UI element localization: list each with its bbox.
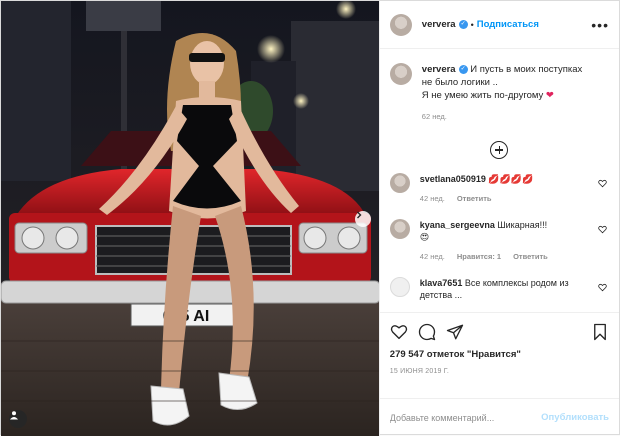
like-heart-icon[interactable]: [390, 323, 408, 341]
bookmark-icon[interactable]: [591, 323, 609, 341]
publish-button[interactable]: Опубликовать: [541, 412, 609, 423]
comment-likes[interactable]: Нравится: 1: [457, 251, 501, 263]
like-comment-heart-icon[interactable]: [598, 179, 607, 188]
add-comment-input[interactable]: [389, 412, 542, 423]
comment-username[interactable]: kyana_sergeevna: [420, 220, 495, 230]
post-date[interactable]: 15 ИЮНЯ 2019 Г.: [390, 368, 609, 375]
author-username[interactable]: ververa: [422, 19, 456, 30]
like-comment-heart-icon[interactable]: [598, 283, 607, 292]
comment-avatar[interactable]: [389, 173, 410, 193]
comment-avatar[interactable]: [389, 277, 410, 297]
follow-button[interactable]: Подписаться: [477, 19, 539, 30]
heart-emoji: ❤: [545, 90, 554, 101]
comment-emoji: 😍: [419, 232, 430, 242]
post-header: ververa ✓ • Подписаться •••: [379, 1, 619, 49]
comment-username[interactable]: svetlana050919: [420, 174, 486, 184]
post-sidebar: ververa ✓ • Подписаться ••• ververa ✓ И п…: [378, 1, 619, 436]
more-options-button[interactable]: •••: [591, 17, 609, 33]
comment-item: kyana_sergeevna Шикарная!!! 😍 42 нед. Нр…: [389, 219, 609, 263]
post-photo[interactable]: 005 AI: [1, 1, 379, 436]
comment-item: svetlana050919 💋💋💋💋 42 нед. Ответить: [389, 173, 609, 205]
person-icon: [10, 411, 18, 420]
comment-time[interactable]: 42 нед.: [420, 251, 445, 263]
author-avatar[interactable]: [389, 13, 412, 36]
verified-badge-icon: ✓: [458, 20, 468, 29]
photo-illustration: 005 AI: [1, 1, 379, 436]
caption-time[interactable]: 62 нед.: [422, 110, 583, 123]
share-send-icon[interactable]: [446, 323, 464, 341]
instagram-post: 005 AI: [0, 0, 620, 436]
post-actions: 279 547 отметок "Нравится" 15 ИЮНЯ 2019 …: [379, 312, 619, 398]
load-more-comments[interactable]: [390, 141, 609, 159]
post-caption: ververa ✓ И пусть в моих поступках не был…: [389, 63, 609, 123]
caption-author-avatar[interactable]: [389, 63, 412, 85]
plus-circle-icon[interactable]: [490, 141, 509, 159]
comment-text: 💋💋💋💋: [488, 174, 534, 184]
caption-username[interactable]: ververa: [422, 64, 456, 75]
add-comment-bar: Опубликовать: [379, 398, 619, 436]
tagged-people-button[interactable]: [9, 410, 27, 428]
reply-button[interactable]: Ответить: [457, 193, 492, 205]
next-photo-button[interactable]: [354, 211, 371, 227]
comment-avatar[interactable]: [389, 219, 410, 239]
header-separator: •: [470, 19, 474, 30]
comment-bubble-icon[interactable]: [418, 323, 436, 341]
comment-time[interactable]: 42 нед.: [420, 193, 445, 205]
reply-button[interactable]: Ответить: [513, 251, 548, 263]
chevron-right-icon: [356, 211, 362, 219]
caption-text-line3: Я не умею жить по-другому: [421, 90, 544, 101]
like-comment-heart-icon[interactable]: [598, 225, 607, 234]
likes-count[interactable]: 279 547 отметок "Нравится": [390, 349, 609, 360]
comments-section[interactable]: ververa ✓ И пусть в моих поступках не был…: [380, 49, 619, 312]
comment-username[interactable]: klava7651: [420, 278, 463, 288]
verified-badge-icon: ✓: [458, 64, 468, 74]
caption-text-line1: И пусть в моих поступках: [470, 64, 583, 75]
comment-item: klava7651 Все комплексы родом из детства…: [389, 277, 609, 301]
comment-text: Шикарная!!!: [497, 220, 548, 230]
caption-text-line2: не было логики ..: [421, 77, 498, 88]
